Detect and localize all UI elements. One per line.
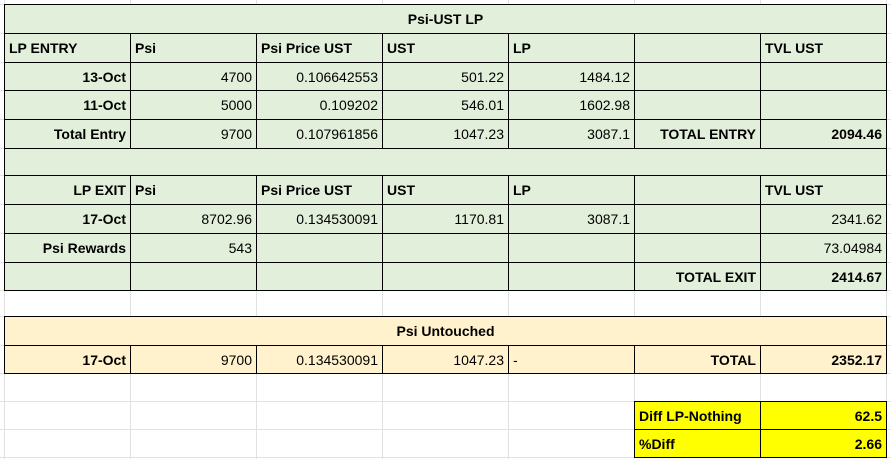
entry-ust-cell[interactable]: 501.22 [382,62,509,91]
exit-header-cell[interactable]: Psi Price UST [256,175,383,205]
entry-psi-cell[interactable]: 4700 [130,62,257,91]
exit-date-cell[interactable]: 17-Oct [4,204,131,234]
lp-title[interactable]: Psi-UST LP [4,4,887,34]
entry-header-cell[interactable]: TVL UST [760,33,887,63]
entry-total-label-cell[interactable]: Total Entry [4,119,131,149]
entry-psi-cell[interactable]: 5000 [130,90,257,120]
entry-date-cell[interactable]: 11-Oct [4,90,131,120]
untouched-title[interactable]: Psi Untouched [4,316,887,346]
exit-header-cell[interactable]: TVL UST [760,175,887,205]
exit-header-cell[interactable]: LP EXIT [4,175,131,205]
entry-header-cell[interactable] [634,33,761,63]
diff-label-cell[interactable]: Diff LP-Nothing [634,401,761,430]
entry-price-cell[interactable]: 0.106642553 [256,62,383,91]
untouched-price-cell[interactable]: 0.134530091 [256,345,383,374]
exit-header-cell[interactable] [634,175,761,205]
exit-psi-cell[interactable]: 543 [130,233,257,263]
exit-ust-cell[interactable] [382,233,509,263]
untouched-lp-cell[interactable]: - [508,345,635,374]
exit-header-cell[interactable]: UST [382,175,509,205]
entry-tvl-cell[interactable] [760,90,887,120]
entry-header-cell[interactable]: Psi [130,33,257,63]
diff-value-cell[interactable]: 62.5 [760,401,887,430]
exit-blank-cell[interactable] [4,262,131,291]
untouched-total-value-cell[interactable]: 2352.17 [760,345,887,374]
exit-psi-cell[interactable]: 8702.96 [130,204,257,234]
entry-psi-cell[interactable]: 9700 [130,119,257,149]
entry-header-cell[interactable]: LP ENTRY [4,33,131,63]
pct-diff-value-cell[interactable]: 2.66 [760,429,887,458]
entry-header-cell[interactable]: UST [382,33,509,63]
entry-lp-cell[interactable]: 1484.12 [508,62,635,91]
exit-blank-cell[interactable] [256,262,383,291]
exit-blank-cell[interactable] [382,262,509,291]
untouched-date-cell[interactable]: 17-Oct [4,345,131,374]
exit-header-cell[interactable]: LP [508,175,635,205]
entry-price-cell[interactable]: 0.109202 [256,90,383,120]
exit-blank-cell[interactable] [130,262,257,291]
entry-blank-cell[interactable] [634,90,761,120]
entry-date-cell[interactable]: 13-Oct [4,62,131,91]
exit-blank-cell[interactable] [634,204,761,234]
exit-lp-cell[interactable] [508,233,635,263]
exit-blank-cell[interactable] [508,262,635,291]
total-exit-value-cell[interactable]: 2414.67 [760,262,887,291]
entry-header-cell[interactable]: LP [508,33,635,63]
untouched-total-label-cell[interactable]: TOTAL [634,345,761,374]
entry-ust-cell[interactable]: 1047.23 [382,119,509,149]
total-entry-value-cell[interactable]: 2094.46 [760,119,887,149]
exit-price-cell[interactable]: 0.134530091 [256,204,383,234]
exit-tvl-cell[interactable]: 2341.62 [760,204,887,234]
exit-tvl-cell[interactable]: 73.04984 [760,233,887,263]
entry-price-cell[interactable]: 0.107961856 [256,119,383,149]
untouched-psi-cell[interactable]: 9700 [130,345,257,374]
spacer-row[interactable] [4,148,887,176]
entry-lp-cell[interactable]: 3087.1 [508,119,635,149]
exit-header-cell[interactable]: Psi [130,175,257,205]
exit-lp-cell[interactable]: 3087.1 [508,204,635,234]
exit-rewards-label-cell[interactable]: Psi Rewards [4,233,131,263]
pct-diff-label-cell[interactable]: %Diff [634,429,761,458]
entry-lp-cell[interactable]: 1602.98 [508,90,635,120]
exit-blank-cell[interactable] [634,233,761,263]
untouched-ust-cell[interactable]: 1047.23 [382,345,509,374]
entry-header-cell[interactable]: Psi Price UST [256,33,383,63]
entry-tvl-cell[interactable] [760,62,887,91]
exit-ust-cell[interactable]: 1170.81 [382,204,509,234]
entry-ust-cell[interactable]: 546.01 [382,90,509,120]
total-exit-label-cell[interactable]: TOTAL EXIT [634,262,761,291]
total-entry-label-cell[interactable]: TOTAL ENTRY [634,119,761,149]
exit-price-cell[interactable] [256,233,383,263]
entry-blank-cell[interactable] [634,62,761,91]
spreadsheet-grid: Psi-UST LP LP ENTRY Psi Psi Price UST US… [0,0,891,459]
